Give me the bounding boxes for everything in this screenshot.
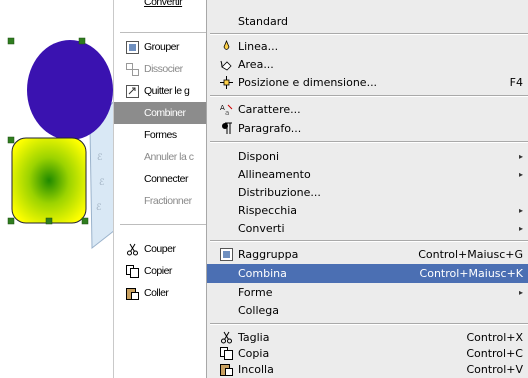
- fr-item-fractionner[interactable]: Fractionner: [114, 190, 206, 212]
- drawing-shapes[interactable]: ℰ ℰ ℰ: [0, 0, 115, 378]
- it-item-paragrafo[interactable]: Paragrafo...: [207, 119, 528, 138]
- line-icon: [223, 40, 230, 50]
- it-item-combina[interactable]: Combina Control+Maiusc+K: [207, 264, 528, 283]
- fr-item-combiner[interactable]: Combiner: [114, 102, 206, 124]
- group-icon: [220, 248, 233, 261]
- fr-item-dissocier[interactable]: Dissocier: [114, 58, 206, 80]
- french-context-menu[interactable]: Convertir Grouper Dissocier Quitter le g…: [113, 0, 206, 378]
- it-item-area[interactable]: Area...: [207, 55, 528, 74]
- scissors-icon: [127, 243, 138, 255]
- paste-icon: [126, 287, 139, 300]
- scissors-icon: [221, 331, 232, 344]
- it-item-posizione[interactable]: Posizione e dimensione... F4: [207, 73, 528, 92]
- fr-separator: [120, 224, 206, 225]
- it-item-raggruppa[interactable]: Raggruppa Control+Maiusc+G: [207, 245, 528, 264]
- fr-item-couper[interactable]: Couper: [114, 238, 206, 260]
- it-item-converti[interactable]: Converti ▸: [207, 219, 528, 238]
- paste-icon: [220, 364, 233, 376]
- svg-text:a: a: [225, 109, 229, 116]
- fr-item-connecter[interactable]: Connecter: [114, 168, 206, 190]
- it-item-carattere[interactable]: Aa Carattere...: [207, 100, 528, 119]
- purple-ellipse[interactable]: [27, 40, 113, 140]
- fr-separator: [120, 32, 206, 33]
- it-separator: [210, 240, 528, 242]
- it-item-distribuzione[interactable]: Distribuzione...: [207, 183, 528, 202]
- svg-text:ℰ: ℰ: [96, 203, 102, 213]
- italian-context-menu[interactable]: Standard Linea... Area... Posizione e di…: [206, 0, 528, 378]
- copy-icon: [220, 347, 233, 360]
- fr-item-annuler[interactable]: Annuler la c: [114, 146, 206, 168]
- svg-text:ℰ: ℰ: [97, 153, 103, 163]
- position-icon: [220, 76, 233, 89]
- it-item-allineamento[interactable]: Allineamento ▸: [207, 165, 528, 184]
- area-icon: [220, 60, 232, 71]
- it-separator: [210, 141, 528, 143]
- it-item-disponi[interactable]: Disponi ▸: [207, 147, 528, 166]
- fr-item-copier[interactable]: Copier: [114, 260, 206, 282]
- submenu-arrow-icon: ▸: [518, 170, 523, 179]
- copy-icon: [126, 264, 139, 278]
- fr-item-formes[interactable]: Formes: [114, 124, 206, 146]
- submenu-arrow-icon: ▸: [518, 152, 523, 161]
- submenu-arrow-icon: ▸: [518, 288, 523, 297]
- ungroup-icon: [126, 62, 139, 76]
- it-separator: [210, 33, 528, 35]
- fr-item-coller[interactable]: Coller: [114, 282, 206, 304]
- group-icon: [126, 40, 139, 54]
- fr-item-quitter-groupe[interactable]: Quitter le g: [114, 80, 206, 102]
- svg-text:ℰ: ℰ: [99, 178, 105, 188]
- it-item-linea[interactable]: Linea...: [207, 37, 528, 56]
- submenu-arrow-icon: ▸: [518, 206, 523, 215]
- submenu-arrow-icon: ▸: [518, 224, 523, 233]
- exit-group-icon: [126, 84, 139, 98]
- gradient-rectangle[interactable]: [11, 137, 87, 224]
- it-separator: [210, 323, 528, 325]
- fr-item-grouper[interactable]: Grouper: [114, 36, 206, 58]
- paragraph-icon: [222, 122, 232, 134]
- character-icon: Aa: [220, 104, 233, 116]
- it-item-incolla[interactable]: Incolla Control+V: [207, 360, 528, 378]
- it-item-collega[interactable]: Collega: [207, 301, 528, 320]
- it-item-forme[interactable]: Forme ▸: [207, 283, 528, 302]
- it-item-rispecchia[interactable]: Rispecchia ▸: [207, 201, 528, 220]
- it-item-standard[interactable]: Standard: [207, 12, 528, 31]
- it-separator: [210, 95, 528, 97]
- fr-item-convertir[interactable]: Convertir: [114, 0, 206, 12]
